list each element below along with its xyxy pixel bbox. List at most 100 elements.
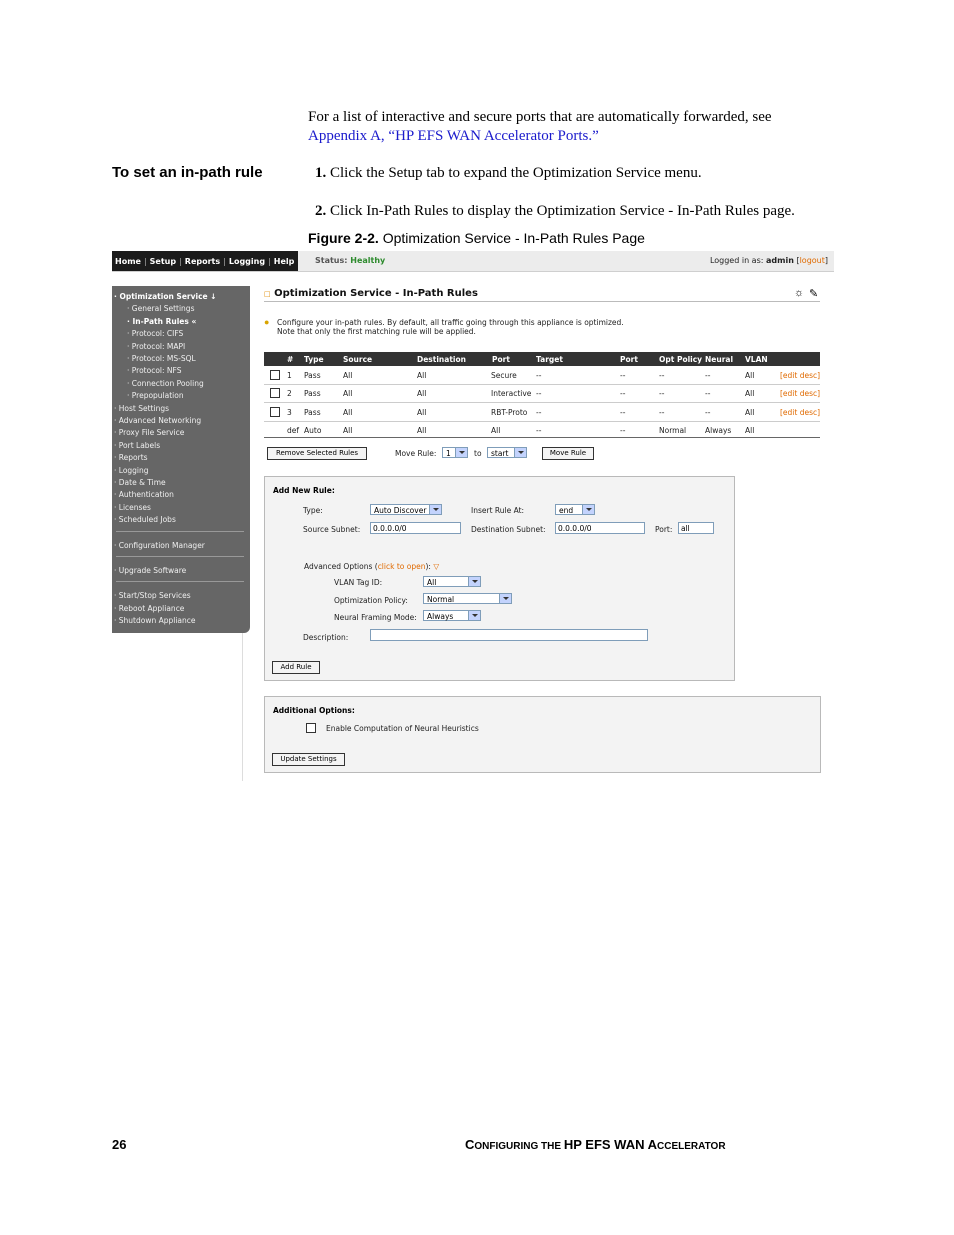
additional-options-title: Additional Options: bbox=[273, 706, 355, 715]
cell-dest: All bbox=[417, 425, 427, 435]
sidebar-item[interactable]: · Logging bbox=[114, 466, 149, 475]
row-checkbox[interactable] bbox=[270, 370, 280, 380]
sidebar-item[interactable]: · Port Labels bbox=[114, 441, 160, 450]
sidebar-item[interactable]: · In-Path Rules « bbox=[127, 317, 196, 326]
title-icon: □ bbox=[264, 290, 271, 298]
move-from-select[interactable]: 1 bbox=[442, 447, 468, 458]
cell-source: All bbox=[343, 425, 353, 435]
sidebar-item[interactable]: · Optimization Service ↓ bbox=[114, 292, 217, 301]
sidebar-tail bbox=[112, 633, 243, 781]
sidebar-item[interactable]: · Configuration Manager bbox=[114, 541, 205, 550]
appendix-link[interactable]: Appendix A, “HP EFS WAN Accelerator Port… bbox=[308, 127, 828, 146]
sidebar-item[interactable]: · Protocol: NFS bbox=[127, 366, 181, 375]
nav-help[interactable]: Help bbox=[271, 257, 298, 266]
cell-vlan: All bbox=[745, 407, 755, 417]
type-value: Auto Discover bbox=[374, 506, 427, 515]
optimization-policy-select[interactable]: Normal bbox=[423, 593, 512, 604]
sidebar-item[interactable]: · Shutdown Appliance bbox=[114, 616, 196, 625]
nav-logging[interactable]: Logging bbox=[226, 257, 268, 266]
sidebar-item[interactable]: · Reboot Appliance bbox=[114, 604, 184, 613]
cell-num: 2 bbox=[287, 389, 292, 399]
sidebar-item[interactable]: · Advanced Networking bbox=[114, 416, 201, 425]
port-input[interactable]: all bbox=[678, 522, 714, 534]
neural-heuristics-checkbox[interactable] bbox=[306, 723, 316, 733]
source-subnet-input[interactable]: 0.0.0.0/0 bbox=[370, 522, 461, 534]
cell-tport: -- bbox=[620, 371, 626, 380]
move-rule-button[interactable]: Move Rule bbox=[542, 447, 594, 460]
cell-neural: -- bbox=[705, 389, 711, 399]
move-to-select[interactable]: start bbox=[487, 447, 527, 458]
description-label: Description: bbox=[303, 633, 349, 642]
sidebar-item[interactable]: · Protocol: MS-SQL bbox=[127, 354, 196, 363]
expand-arrow-icon[interactable]: ▽ bbox=[433, 562, 439, 571]
logout-link[interactable]: logout bbox=[800, 256, 825, 265]
advanced-options[interactable]: Advanced Options (click to open): ▽ bbox=[304, 562, 439, 571]
cell-dest: All bbox=[417, 371, 427, 380]
type-select[interactable]: Auto Discover bbox=[370, 504, 442, 515]
update-settings-button[interactable]: Update Settings bbox=[272, 753, 345, 766]
description-input[interactable] bbox=[370, 629, 648, 641]
login-info: Logged in as: admin [logout] bbox=[709, 256, 828, 265]
edit-desc-link[interactable]: [edit desc] bbox=[780, 371, 820, 380]
print-icon[interactable]: ✎ bbox=[809, 287, 818, 300]
vlan-tag-select[interactable]: All bbox=[423, 576, 481, 587]
cell-neural: Always bbox=[705, 425, 732, 435]
sidebar-item[interactable]: · Protocol: MAPI bbox=[127, 342, 185, 351]
figure-caption-text: Optimization Service - In-Path Rules Pag… bbox=[382, 230, 645, 246]
col-port: Port bbox=[492, 355, 510, 364]
add-rule-title: Add New Rule: bbox=[273, 486, 335, 495]
hint: Configure your in-path rules. By default… bbox=[277, 318, 624, 336]
help-icon[interactable]: ☼ bbox=[794, 287, 804, 299]
nav-reports[interactable]: Reports bbox=[182, 257, 223, 266]
cell-target: -- bbox=[536, 425, 542, 435]
sidebar-item[interactable]: · Reports bbox=[114, 453, 148, 462]
logged-in-label: Logged in as: bbox=[709, 256, 764, 265]
step-text: Click the Setup tab to expand the Optimi… bbox=[330, 165, 702, 181]
sidebar-item[interactable]: · Prepopulation bbox=[127, 391, 184, 400]
insert-rule-value: end bbox=[559, 506, 574, 515]
col-num: # bbox=[287, 355, 294, 364]
sidebar: · Optimization Service ↓ · General Settin… bbox=[112, 286, 250, 633]
cell-type: Pass bbox=[304, 389, 321, 399]
sidebar-item[interactable]: · Start/Stop Services bbox=[114, 591, 191, 600]
row-checkbox[interactable] bbox=[270, 388, 280, 399]
nav-setup[interactable]: Setup bbox=[147, 257, 179, 266]
title-rule bbox=[264, 301, 820, 302]
col-target: Target bbox=[536, 355, 563, 364]
optimization-policy-value: Normal bbox=[427, 595, 455, 604]
move-rule-label: Move Rule: bbox=[395, 449, 437, 458]
remove-rules-button[interactable]: Remove Selected Rules bbox=[267, 447, 367, 460]
sidebar-item[interactable]: · General Settings bbox=[127, 304, 194, 313]
cell-source: All bbox=[343, 407, 353, 417]
neural-framing-select[interactable]: Always bbox=[423, 610, 481, 621]
sidebar-item[interactable]: · Connection Pooling bbox=[127, 379, 204, 388]
sidebar-item[interactable]: · Scheduled Jobs bbox=[114, 515, 176, 524]
advanced-options-link[interactable]: click to open bbox=[378, 562, 426, 571]
sidebar-item[interactable]: · Authentication bbox=[114, 490, 174, 499]
row-checkbox[interactable] bbox=[270, 406, 280, 417]
add-rule-button[interactable]: Add Rule bbox=[272, 661, 320, 674]
move-from-value: 1 bbox=[446, 449, 451, 458]
edit-desc-link[interactable]: [edit desc] bbox=[780, 389, 820, 398]
sidebar-item[interactable]: · Proxy File Service bbox=[114, 428, 184, 437]
step-2: 2. Click In-Path Rules to display the Op… bbox=[315, 202, 835, 221]
sidebar-item[interactable]: · Licenses bbox=[114, 503, 151, 512]
cell-vlan: All bbox=[745, 371, 755, 380]
col-type: Type bbox=[304, 355, 324, 364]
cell-vlan: All bbox=[745, 425, 755, 435]
nav-home[interactable]: Home bbox=[112, 257, 144, 266]
edit-desc-link[interactable]: [edit desc] bbox=[780, 408, 820, 417]
cell-port: RBT-Proto bbox=[491, 407, 528, 417]
sidebar-item[interactable]: · Upgrade Software bbox=[114, 566, 186, 575]
cell-tport: -- bbox=[620, 425, 626, 435]
table-row: 2 Pass All All Interactive -- -- -- -- All [edit d… bbox=[264, 384, 820, 404]
cell-num: 3 bbox=[287, 407, 292, 417]
sidebar-item[interactable]: · Date & Time bbox=[114, 478, 166, 487]
to-label: to bbox=[474, 449, 482, 458]
insert-rule-select[interactable]: end bbox=[555, 504, 595, 515]
sidebar-item[interactable]: · Host Settings bbox=[114, 404, 169, 413]
page-title: □ Optimization Service - In-Path Rules bbox=[264, 288, 478, 299]
destination-subnet-input[interactable]: 0.0.0.0/0 bbox=[555, 522, 645, 534]
sidebar-item[interactable]: · Protocol: CIFS bbox=[127, 329, 183, 338]
col-target-port: Port bbox=[620, 355, 638, 364]
